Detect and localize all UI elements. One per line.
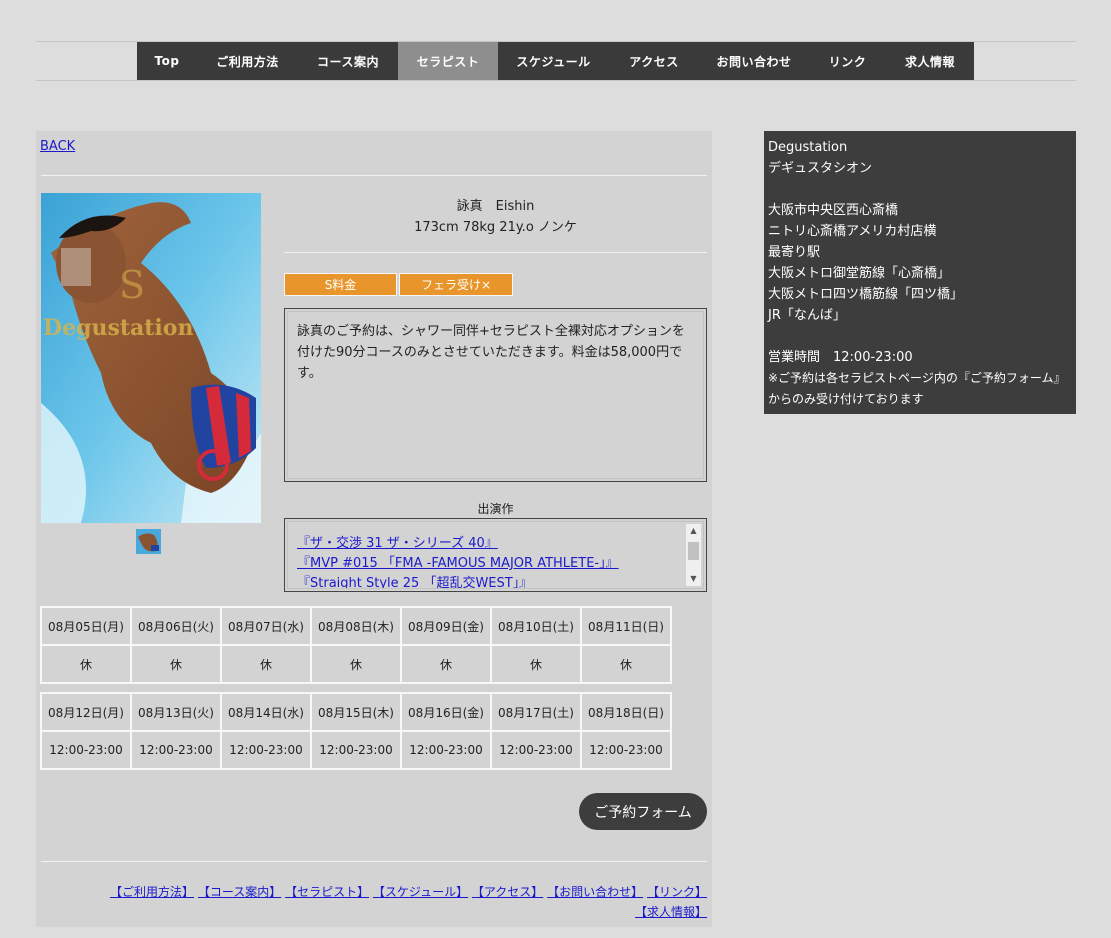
films-scrollbar[interactable]: ▲ ▼ — [686, 524, 701, 586]
divider — [41, 175, 707, 176]
svg-text:S: S — [119, 263, 145, 307]
schedule-date: 08月06日(火) — [130, 606, 222, 646]
schedule-date: 08月08日(木) — [310, 606, 402, 646]
back-link[interactable]: BACK — [40, 139, 75, 154]
shop-address: 大阪市中央区西心斎橋 — [768, 203, 899, 218]
reservation-note-cont: からのみ受け付けております — [768, 392, 924, 406]
station-title: 最寄り駅 — [768, 245, 821, 260]
schedule-hours: 休 — [310, 644, 402, 684]
shop-info-sidebar: Degustation デギュスタシオン 大阪市中央区西心斎橋 ニトリ心斎橋アメ… — [764, 131, 1076, 414]
nav-top[interactable]: Top — [137, 42, 197, 80]
nav-contact[interactable]: お問い合わせ — [699, 42, 809, 80]
schedule-hours: 休 — [220, 644, 312, 684]
footer-links: 【ご利用方法】 【コース案内】 【セラピスト】 【スケジュール】 【アクセス】 … — [40, 882, 707, 922]
tag-option: フェラ受け× — [399, 273, 513, 296]
scroll-up-icon[interactable]: ▲ — [686, 524, 701, 538]
film-link[interactable]: 『Straight Style 25 「超乱交WEST」』 — [297, 574, 703, 588]
shop-address-detail: ニトリ心斎橋アメリカ村店横 — [768, 224, 937, 239]
schedule-hours: 休 — [580, 644, 672, 684]
scroll-down-icon[interactable]: ▼ — [686, 572, 701, 586]
schedule-week-1: 08月05日(月) 08月06日(火) 08月07日(水) 08月08日(木) 08月0… — [40, 606, 672, 684]
description-text: 詠真のご予約は、シャワー同伴+セラピスト全裸対応オプションを付けた90分コースの… — [287, 311, 704, 479]
global-nav: Top ご利用方法 コース案内 セラピスト スケジュール アクセス お問い合わせ リンク 求人情… — [137, 42, 974, 80]
schedule-hours: 12:00-23:00 — [40, 730, 132, 770]
schedule-date: 08月18日(日) — [580, 692, 672, 732]
footer-link[interactable]: 【リンク】 — [647, 885, 707, 899]
schedule-date: 08月11日(日) — [580, 606, 672, 646]
schedule-hours: 休 — [130, 644, 222, 684]
nav-usage[interactable]: ご利用方法 — [197, 42, 298, 80]
therapist-name: 詠真 Eishin — [456, 199, 535, 214]
divider — [284, 252, 707, 253]
schedule-week-2: 08月12日(月) 08月13日(火) 08月14日(水) 08月15日(木) 08月1… — [40, 692, 672, 770]
schedule-date: 08月12日(月) — [40, 692, 132, 732]
business-hours: 営業時間 12:00-23:00 — [768, 350, 913, 365]
films-box: 『ザ・交渉 31 ザ・シリーズ 40』 『MVP #015 「FMA -FAMO… — [284, 518, 707, 592]
schedule-hours: 休 — [490, 644, 582, 684]
footer-link[interactable]: 【アクセス】 — [472, 885, 543, 899]
station-item: JR「なんば」 — [768, 308, 846, 323]
schedule-hours: 休 — [40, 644, 132, 684]
schedule-hours: 12:00-23:00 — [220, 730, 312, 770]
schedule-date: 08月05日(月) — [40, 606, 132, 646]
tag-price: S料金 — [284, 273, 397, 296]
nav-bottom-divider — [36, 80, 1076, 81]
footer-link[interactable]: 【コース案内】 — [198, 885, 281, 899]
divider — [41, 861, 707, 862]
schedule-date: 08月07日(水) — [220, 606, 312, 646]
schedule-hours: 12:00-23:00 — [400, 730, 492, 770]
films-list[interactable]: 『ザ・交渉 31 ザ・シリーズ 40』 『MVP #015 「FMA -FAMO… — [287, 521, 704, 589]
footer-link[interactable]: 【求人情報】 — [635, 905, 707, 919]
films-title: 出演作 — [477, 502, 514, 516]
nav-link[interactable]: リンク — [809, 42, 886, 80]
therapist-photo: S Degustation — [41, 193, 261, 523]
schedule-date: 08月14日(水) — [220, 692, 312, 732]
scroll-thumb[interactable] — [688, 542, 699, 560]
nav-therapist[interactable]: セラピスト — [398, 42, 498, 80]
schedule-date: 08月16日(金) — [400, 692, 492, 732]
photo-thumbnail[interactable] — [136, 529, 161, 554]
film-link[interactable]: 『MVP #015 「FMA -FAMOUS MAJOR ATHLETE-」』 — [297, 554, 703, 574]
nav-schedule[interactable]: スケジュール — [498, 42, 609, 80]
description-box: 詠真のご予約は、シャワー同伴+セラピスト全裸対応オプションを付けた90分コースの… — [284, 308, 707, 482]
schedule-hours: 12:00-23:00 — [490, 730, 582, 770]
footer-link[interactable]: 【スケジュール】 — [373, 885, 468, 899]
nav-access[interactable]: アクセス — [609, 42, 699, 80]
schedule-date: 08月09日(金) — [400, 606, 492, 646]
reserve-form-button[interactable]: ご予約フォーム — [579, 793, 707, 830]
schedule-date: 08月17日(土) — [490, 692, 582, 732]
shop-name: Degustation — [768, 140, 848, 155]
footer-link[interactable]: 【ご利用方法】 — [110, 885, 194, 899]
footer-link[interactable]: 【お問い合わせ】 — [547, 885, 643, 899]
photo-watermark: Degustation — [43, 315, 193, 341]
nav-recruit[interactable]: 求人情報 — [886, 42, 974, 80]
footer-link[interactable]: 【セラピスト】 — [285, 885, 369, 899]
schedule-hours: 12:00-23:00 — [580, 730, 672, 770]
schedule-date: 08月10日(土) — [490, 606, 582, 646]
schedule-date: 08月15日(木) — [310, 692, 402, 732]
schedule-hours: 12:00-23:00 — [130, 730, 222, 770]
station-item: 大阪メトロ御堂筋線「心斎橋」 — [768, 266, 951, 281]
schedule-hours: 休 — [400, 644, 492, 684]
reservation-note: ※ご予約は各セラピストページ内の『ご予約フォーム』 — [768, 371, 1066, 385]
schedule-hours: 12:00-23:00 — [310, 730, 402, 770]
schedule-date: 08月13日(火) — [130, 692, 222, 732]
nav-courses[interactable]: コース案内 — [298, 42, 398, 80]
therapist-panel: BACK S Degustation 詠真 Eishin 173cm 78kg … — [36, 131, 712, 927]
station-item: 大阪メトロ四ツ橋筋線「四ツ橋」 — [768, 287, 964, 302]
therapist-stats: 173cm 78kg 21y.o ノンケ — [414, 220, 577, 235]
shop-name-kana: デギュスタシオン — [768, 161, 873, 176]
film-link[interactable]: 『ザ・交渉 31 ザ・シリーズ 40』 — [297, 534, 703, 554]
